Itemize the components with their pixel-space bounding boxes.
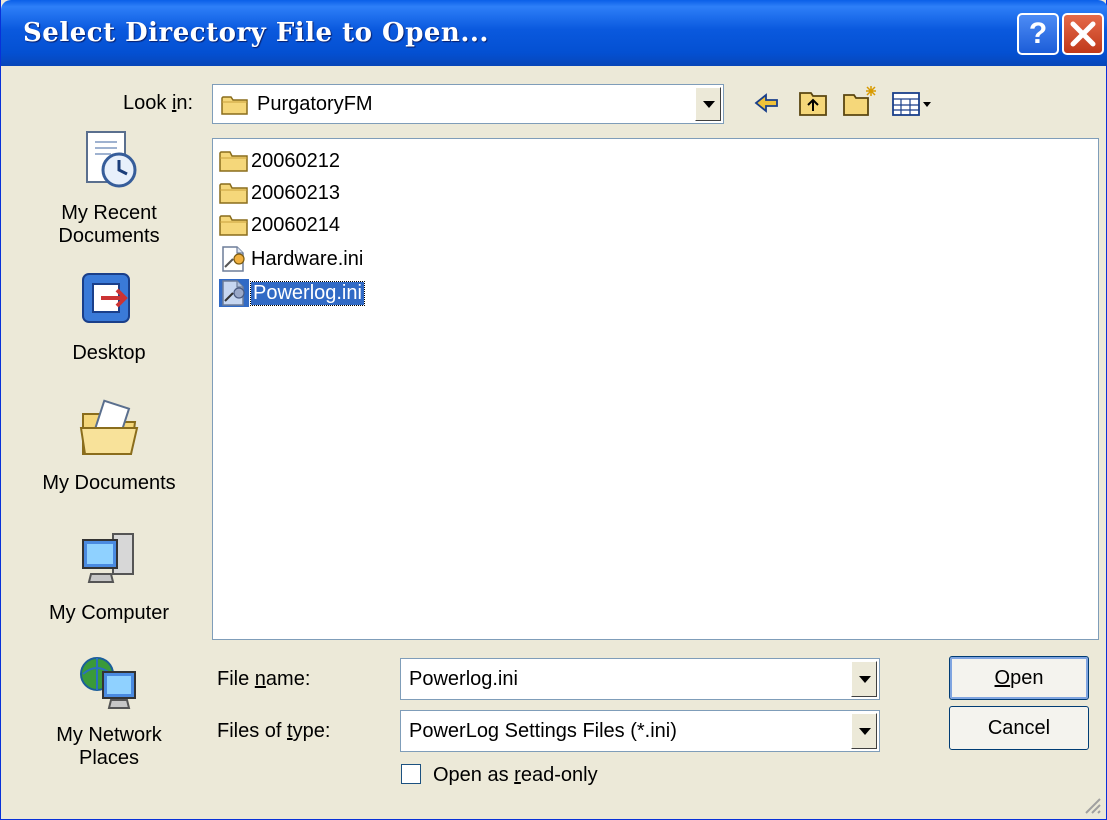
my-computer-icon: [82, 533, 134, 583]
place-network-places[interactable]: My Network Places: [15, 650, 203, 770]
file-type-label: Files of type:: [217, 720, 331, 742]
folder-icon: [219, 215, 248, 236]
file-name: 20060212: [251, 149, 340, 172]
file-name-label: File name:: [217, 668, 311, 690]
place-label: My Recent: [61, 202, 157, 224]
list-item-file-selected[interactable]: Powerlog.ini: [219, 279, 365, 307]
file-name-dropdown-button[interactable]: [851, 661, 877, 697]
open-file-dialog: Select Directory File to Open... ? Look …: [0, 0, 1107, 820]
place-desktop[interactable]: Desktop: [15, 268, 203, 365]
settings-file-icon: [222, 246, 245, 272]
resize-grip-icon[interactable]: [1082, 795, 1102, 815]
look-in-dropdown-button[interactable]: [695, 87, 721, 121]
list-item-folder[interactable]: 20060214: [219, 211, 340, 239]
file-name: 20060214: [251, 213, 340, 236]
file-name: 20060213: [251, 181, 340, 204]
network-places-icon: [80, 657, 136, 709]
help-icon: ?: [1028, 17, 1048, 50]
desktop-icon: [82, 273, 130, 323]
list-item-file[interactable]: Hardware.ini: [219, 245, 363, 273]
folder-icon: [221, 96, 248, 115]
back-icon[interactable]: [753, 90, 781, 116]
window-title: Select Directory File to Open...: [23, 18, 489, 48]
file-type-select[interactable]: PowerLog Settings Files (*.ini): [400, 710, 880, 752]
place-label: My Documents: [42, 472, 176, 494]
file-name-value: Powerlog.ini: [409, 668, 518, 690]
place-label: Documents: [58, 225, 160, 247]
read-only-label[interactable]: Open as read-only: [433, 764, 598, 787]
file-list[interactable]: 20060212 20060213 20060214 Hardware.ini …: [212, 138, 1099, 640]
look-in-label: Look in:: [123, 92, 194, 114]
open-button[interactable]: Open: [949, 656, 1089, 700]
file-name: Hardware.ini: [251, 247, 364, 270]
my-documents-icon: [79, 399, 139, 455]
close-icon: [1070, 21, 1096, 47]
help-button[interactable]: ?: [1017, 13, 1059, 55]
file-type-dropdown-button[interactable]: [851, 713, 877, 749]
folder-icon: [219, 183, 248, 204]
file-name-input[interactable]: Powerlog.ini: [400, 658, 880, 700]
file-type-value: PowerLog Settings Files (*.ini): [409, 720, 677, 742]
views-menu-icon[interactable]: [891, 90, 933, 118]
place-recent-documents[interactable]: My Recent Documents: [15, 128, 203, 248]
close-button[interactable]: [1062, 13, 1104, 55]
place-label: My Computer: [48, 602, 170, 624]
file-name: Powerlog.ini: [250, 280, 365, 306]
places-bar: My Recent Documents Desktop My Documents: [15, 120, 203, 820]
look-in-value: PurgatoryFM: [257, 93, 373, 115]
settings-file-icon: [219, 279, 249, 307]
look-in-combo[interactable]: PurgatoryFM: [212, 84, 724, 124]
place-my-computer[interactable]: My Computer: [15, 528, 203, 625]
folder-icon: [219, 151, 248, 172]
cancel-button[interactable]: Cancel: [949, 706, 1089, 750]
place-label: My Network: [56, 724, 162, 746]
title-bar[interactable]: Select Directory File to Open... ?: [1, 0, 1107, 66]
recent-documents-icon: [86, 131, 137, 188]
new-folder-icon[interactable]: [841, 84, 879, 118]
place-label: Places: [78, 747, 140, 769]
list-item-folder[interactable]: 20060212: [219, 147, 340, 175]
place-label: Desktop: [72, 342, 146, 364]
up-folder-icon[interactable]: [797, 88, 829, 118]
place-my-documents[interactable]: My Documents: [15, 398, 203, 495]
list-item-folder[interactable]: 20060213: [219, 179, 340, 207]
read-only-checkbox[interactable]: [401, 764, 421, 784]
